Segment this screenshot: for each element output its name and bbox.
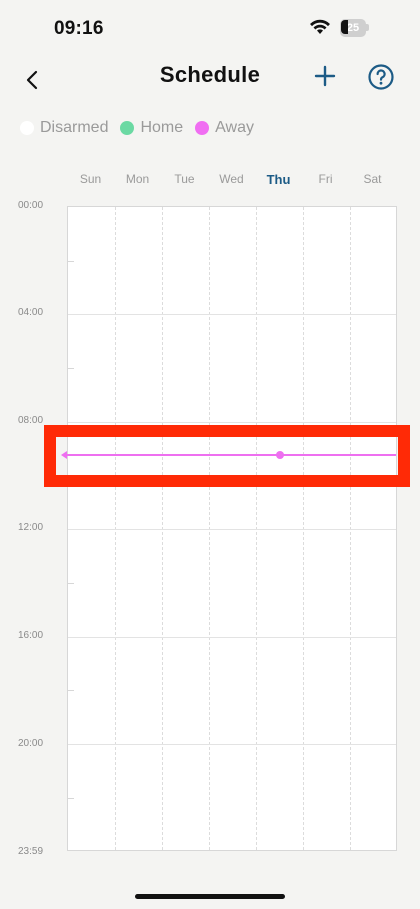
header: Schedule xyxy=(0,56,420,100)
status-time: 09:16 xyxy=(54,18,104,39)
minor-tick xyxy=(68,368,74,369)
battery-icon: 25 xyxy=(340,19,370,37)
disarmed-dot-icon xyxy=(20,121,34,135)
time-label: 00:00 xyxy=(18,200,44,211)
minor-tick xyxy=(68,261,74,262)
legend: Disarmed Home Away xyxy=(20,118,256,138)
away-schedule-handle[interactable] xyxy=(276,451,284,459)
day-sat[interactable]: Sat xyxy=(349,172,396,186)
legend-item-disarmed: Disarmed xyxy=(20,119,108,137)
time-label: 12:00 xyxy=(18,522,44,533)
hour-gridline xyxy=(68,529,396,530)
day-sun[interactable]: Sun xyxy=(67,172,114,186)
legend-item-home: Home xyxy=(120,119,183,137)
day-tue[interactable]: Tue xyxy=(161,172,208,186)
battery-fill xyxy=(341,20,348,34)
day-fri[interactable]: Fri xyxy=(302,172,349,186)
schedule-grid[interactable] xyxy=(67,206,397,851)
wifi-icon xyxy=(310,19,330,34)
day-header: Sun Mon Tue Wed Thu Fri Sat xyxy=(67,172,397,188)
battery-tip xyxy=(366,24,369,31)
legend-item-away: Away xyxy=(195,119,254,137)
hour-gridline xyxy=(68,744,396,745)
away-schedule-line[interactable] xyxy=(65,454,396,456)
page-title: Schedule xyxy=(159,62,261,87)
day-thu[interactable]: Thu xyxy=(255,172,302,187)
home-dot-icon xyxy=(120,121,135,135)
minor-tick xyxy=(68,583,74,584)
highlight-box xyxy=(44,425,410,487)
add-button[interactable] xyxy=(311,62,339,90)
hour-gridline xyxy=(68,637,396,638)
help-button[interactable] xyxy=(367,63,395,91)
home-indicator xyxy=(135,894,285,899)
day-mon[interactable]: Mon xyxy=(114,172,161,186)
hour-gridline xyxy=(68,422,396,423)
minor-tick xyxy=(68,690,74,691)
time-label: 23:59 xyxy=(18,846,44,857)
legend-label: Disarmed xyxy=(40,119,109,136)
status-bar: 09:16 25 xyxy=(0,0,420,56)
legend-label: Away xyxy=(215,119,254,136)
away-dot-icon xyxy=(195,121,210,135)
time-label: 08:00 xyxy=(18,415,44,426)
minor-tick xyxy=(68,798,74,799)
legend-label: Home xyxy=(140,119,184,136)
time-label: 20:00 xyxy=(18,738,44,749)
arrow-left-icon xyxy=(61,451,67,459)
day-wed[interactable]: Wed xyxy=(208,172,255,186)
time-label: 04:00 xyxy=(18,307,44,318)
time-label: 16:00 xyxy=(18,630,44,641)
hour-gridline xyxy=(68,314,396,315)
